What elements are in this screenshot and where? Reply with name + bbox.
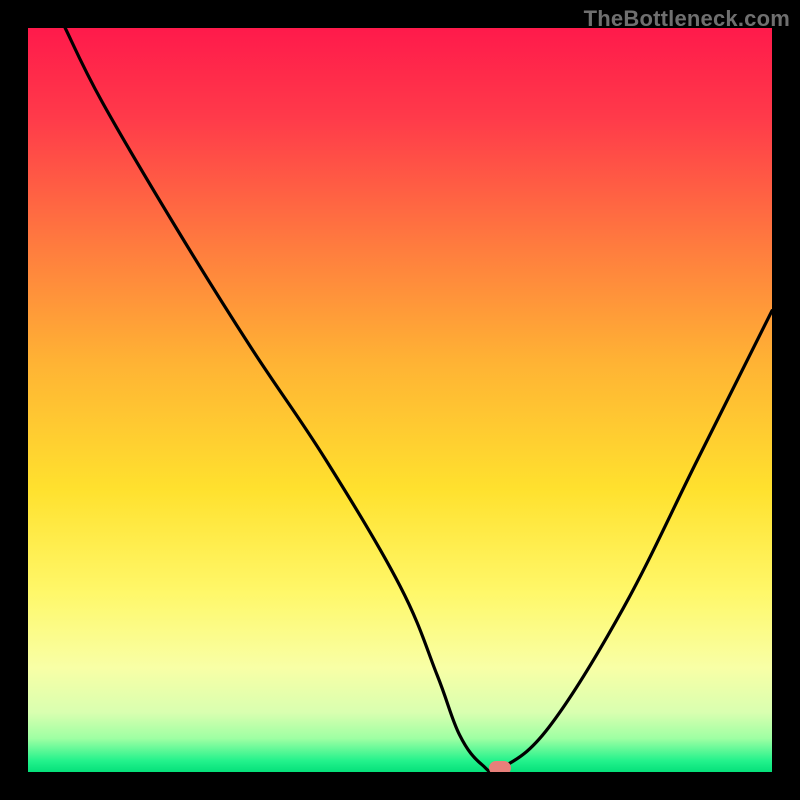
plot-area (28, 28, 772, 772)
bottleneck-curve (28, 28, 772, 772)
optimal-point-marker (489, 761, 511, 772)
chart-frame: TheBottleneck.com (0, 0, 800, 800)
watermark-label: TheBottleneck.com (584, 6, 790, 32)
